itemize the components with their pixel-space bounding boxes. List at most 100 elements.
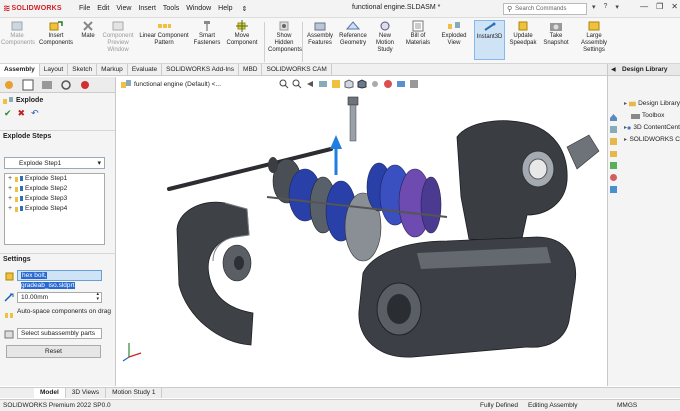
auto-space-option[interactable]: Auto-space components on drag xyxy=(17,308,113,316)
explode-distance-field[interactable]: 10.00mm ▴ ▾ xyxy=(17,292,102,303)
spinner-icon[interactable]: ▴ ▾ xyxy=(96,292,99,302)
ok-check-icon[interactable]: ✔ xyxy=(4,108,12,119)
list-item[interactable]: Toolbox xyxy=(620,110,680,122)
title-bar: ≋ SOLIDWORKS File Edit View Insert Tools… xyxy=(0,0,680,18)
menu-window[interactable]: Window xyxy=(186,5,211,13)
list-item[interactable]: ▸ SOLIDWORKS C xyxy=(620,134,680,146)
reference-geometry-button[interactable]: Reference Geometry xyxy=(338,20,368,47)
tab-layout[interactable]: Layout xyxy=(40,64,69,76)
view-palette-icon[interactable] xyxy=(609,161,618,170)
menu-view[interactable]: View xyxy=(116,5,131,13)
tab-markup[interactable]: Markup xyxy=(97,64,128,76)
search-commands-input[interactable]: ⚲ Search Commands xyxy=(503,3,587,15)
upper-housing-spout xyxy=(566,134,600,170)
component-preview-window-button[interactable]: Component Preview Window xyxy=(100,20,136,54)
status-units[interactable]: MMGS xyxy=(617,400,637,411)
reset-button[interactable]: Reset xyxy=(6,345,101,358)
tab-3d-views[interactable]: 3D Views xyxy=(66,388,107,398)
step-label: Explode Step4 xyxy=(25,205,68,212)
insert-components-button[interactable]: Insert Components xyxy=(36,20,76,47)
take-snapshot-button[interactable]: Take Snapshot xyxy=(542,20,570,47)
hex-bolt-head xyxy=(347,96,359,106)
smart-fasteners-button[interactable]: Smart Fasteners xyxy=(192,20,222,47)
update-speedpak-button[interactable]: Update Speedpak xyxy=(509,20,537,47)
selected-part-text: hex bolt, gradeab_iso.sldprt xyxy=(21,272,76,289)
explode-steps-header[interactable]: Explode Steps xyxy=(0,130,115,142)
edit-component-button[interactable]: Mate Components xyxy=(1,20,36,47)
exploded-view-icon xyxy=(448,22,460,29)
exploded-engine-model[interactable] xyxy=(117,77,607,386)
pin-icon[interactable]: ⇕ xyxy=(242,5,248,13)
linear-pattern-icon xyxy=(158,24,171,28)
tab-mbd[interactable]: MBD xyxy=(239,64,263,76)
restore-icon[interactable]: ❐ xyxy=(656,2,663,11)
configuration-tab-icon[interactable] xyxy=(40,79,54,91)
expand-icon[interactable]: + xyxy=(8,204,15,214)
menu-tools[interactable]: Tools xyxy=(163,5,179,13)
undo-icon[interactable]: ↶ xyxy=(31,108,39,119)
expand-icon[interactable]: + xyxy=(8,194,15,204)
file-explorer-icon[interactable] xyxy=(609,149,618,158)
help-icon[interactable]: ? xyxy=(604,3,608,11)
close-icon[interactable]: ✕ xyxy=(671,2,678,11)
move-component-button[interactable]: Move Component xyxy=(224,20,260,47)
show-hidden-components-button[interactable]: Show Hidden Components xyxy=(268,20,302,54)
tab-sketch[interactable]: Sketch xyxy=(68,64,98,76)
list-item[interactable]: + Explode Step3 xyxy=(5,194,104,204)
select-subassembly-field[interactable]: Select subassembly parts xyxy=(17,328,102,339)
search-options-icon[interactable]: ▾ xyxy=(592,3,596,11)
tab-cam[interactable]: SOLIDWORKS CAM xyxy=(262,64,332,76)
bill-of-materials-button[interactable]: Bill of Materials xyxy=(402,20,434,47)
resources-icon[interactable] xyxy=(609,125,618,134)
tab-assembly[interactable]: Assembly xyxy=(0,64,40,76)
feature-tree-tab-icon[interactable] xyxy=(2,79,16,91)
selected-components-field[interactable]: hex bolt, gradeab_iso.sldprt xyxy=(17,270,102,289)
custom-properties-icon[interactable] xyxy=(609,185,618,194)
explode-step-combo[interactable]: Explode Step1 ▾ xyxy=(4,157,105,169)
minimize-icon[interactable]: — xyxy=(640,2,648,11)
home-icon[interactable] xyxy=(609,113,618,122)
menu-edit[interactable]: Edit xyxy=(97,5,109,13)
menu-help[interactable]: Help xyxy=(218,5,232,13)
task-pane-tabs xyxy=(608,110,619,197)
settings-header[interactable]: Settings xyxy=(0,253,116,265)
tab-model[interactable]: Model xyxy=(34,388,66,398)
brand-name: SOLIDWORKS xyxy=(11,5,62,12)
graphics-area[interactable]: functional engine (Default) <... xyxy=(117,77,607,386)
design-library-icon[interactable] xyxy=(609,137,618,146)
globe-icon xyxy=(627,126,631,130)
options-icon[interactable]: ▾ xyxy=(615,3,619,11)
search-placeholder: Search Commands xyxy=(515,6,567,12)
tab-motion-study[interactable]: Motion Study 1 xyxy=(106,388,163,398)
right-upper-housing xyxy=(456,120,568,244)
mate-button[interactable]: Mate xyxy=(78,20,98,40)
linear-component-pattern-button[interactable]: Linear Component Pattern xyxy=(138,20,190,47)
list-item[interactable]: + Explode Step2 xyxy=(5,184,104,194)
list-item[interactable]: ▸ Design Library xyxy=(620,98,680,110)
assembly-features-button[interactable]: Assembly Features xyxy=(304,20,336,47)
instant3d-button[interactable]: Instant3D xyxy=(474,20,505,60)
expand-icon[interactable]: + xyxy=(8,184,15,194)
move-component-label-2: Component xyxy=(226,40,258,46)
exploded-view-button[interactable]: Exploded View xyxy=(438,20,470,47)
expand-icon[interactable]: + xyxy=(8,174,15,184)
list-item[interactable]: + Explode Step4 xyxy=(5,204,104,214)
property-manager-tab-icon[interactable] xyxy=(21,79,35,91)
tab-evaluate[interactable]: Evaluate xyxy=(128,64,163,76)
list-item[interactable]: ▸ 3D ContentCent xyxy=(620,122,680,134)
display-manager-tab-icon[interactable] xyxy=(78,79,92,91)
solidworks-logo[interactable]: ≋ SOLIDWORKS xyxy=(3,3,73,14)
cancel-x-icon[interactable]: ✖ xyxy=(18,108,26,119)
menu-insert[interactable]: Insert xyxy=(138,5,156,13)
menu-file[interactable]: File xyxy=(79,5,90,13)
new-motion-study-button[interactable]: New Motion Study xyxy=(372,20,398,54)
design-library-panel: Design Library ◀ ▸ Design Library Toolbox… xyxy=(607,64,680,386)
tab-addins[interactable]: SOLIDWORKS Add-Ins xyxy=(162,64,240,76)
appearances-icon[interactable] xyxy=(609,173,618,182)
large-assembly-settings-button[interactable]: Large Assembly Settings xyxy=(573,20,615,54)
dimxpert-tab-icon[interactable] xyxy=(59,79,73,91)
edit-component-label-2: Components xyxy=(1,40,36,46)
list-item[interactable]: + Explode Step1 xyxy=(5,174,104,184)
assembly-features-icon xyxy=(314,22,326,31)
back-arrow-icon[interactable]: ◀ xyxy=(611,64,616,76)
